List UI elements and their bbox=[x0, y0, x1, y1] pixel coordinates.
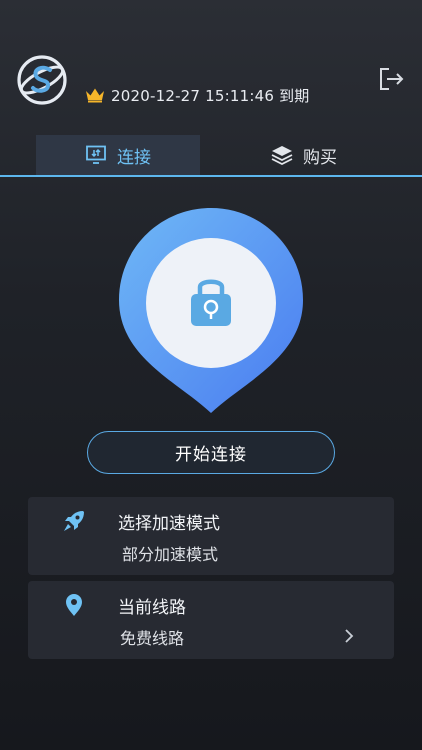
logout-icon[interactable] bbox=[378, 66, 406, 92]
app-logo-icon bbox=[17, 55, 67, 105]
tab-buy-label: 购买 bbox=[303, 147, 337, 168]
acceleration-mode-title: 选择加速模式 bbox=[118, 514, 220, 534]
current-route-title: 当前线路 bbox=[118, 598, 186, 618]
chevron-right-icon[interactable] bbox=[342, 627, 356, 645]
acceleration-mode-card[interactable]: 选择加速模式 部分加速模式 bbox=[28, 497, 394, 575]
tab-buy[interactable]: 购买 bbox=[222, 135, 386, 175]
acceleration-mode-value: 部分加速模式 bbox=[122, 545, 219, 564]
app-screen: 2020-12-27 15:11:46 到期 连接 购买 开始连接 选择加速模式… bbox=[0, 0, 422, 750]
current-route-card[interactable]: 当前线路 免费线路 bbox=[28, 581, 394, 659]
start-connect-label: 开始连接 bbox=[175, 445, 247, 465]
tab-bar: 连接 购买 bbox=[0, 135, 422, 177]
layers-icon bbox=[271, 145, 293, 166]
expiry-info: 2020-12-27 15:11:46 到期 bbox=[85, 84, 309, 106]
start-connect-button[interactable]: 开始连接 bbox=[87, 431, 335, 474]
tab-connect-label: 连接 bbox=[117, 147, 151, 168]
rocket-icon bbox=[62, 509, 86, 533]
tab-connect[interactable]: 连接 bbox=[36, 135, 200, 175]
connection-status-pin[interactable] bbox=[118, 207, 304, 415]
connect-monitor-icon bbox=[85, 145, 107, 165]
crown-icon bbox=[85, 87, 105, 103]
current-route-value: 免费线路 bbox=[120, 629, 185, 648]
expiry-text: 2020-12-27 15:11:46 到期 bbox=[111, 86, 310, 105]
location-pin-icon bbox=[62, 593, 86, 617]
tab-underline bbox=[0, 175, 422, 177]
